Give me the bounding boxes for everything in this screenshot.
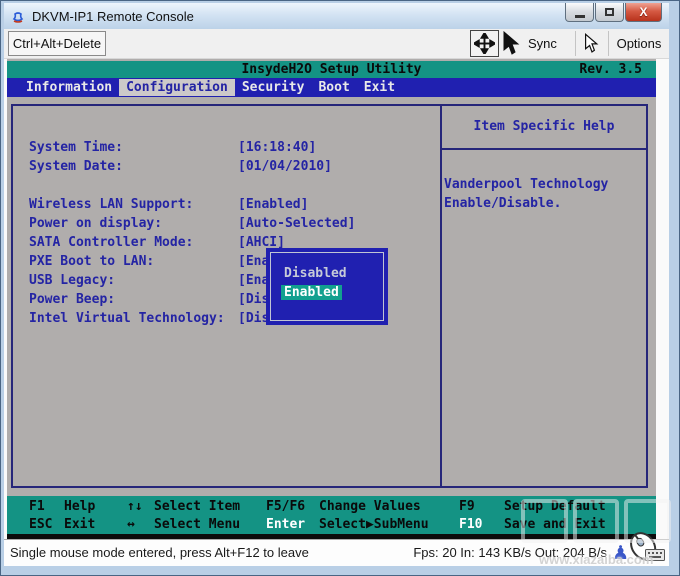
help-panel-underline — [440, 148, 646, 150]
status-message: Single mouse mode entered, press Alt+F12… — [10, 545, 309, 560]
options-button[interactable]: Options — [613, 30, 665, 57]
value-popup: Disabled Enabled — [266, 248, 388, 325]
value-popup-border: Disabled Enabled — [270, 252, 384, 321]
setting-row-blank — [29, 176, 434, 195]
key-updown-desc: Select Item — [154, 498, 240, 516]
popup-option-disabled[interactable]: Disabled — [284, 264, 383, 283]
toolbar-separator — [575, 31, 576, 56]
minimize-button[interactable] — [565, 3, 594, 22]
maximize-button[interactable] — [595, 3, 624, 22]
setting-row[interactable]: Wireless LAN Support:[Enabled] — [29, 195, 434, 214]
key-leftright-icon: ↔ — [127, 516, 135, 534]
toolbar-separator — [608, 31, 609, 56]
pointer-mode-button[interactable] — [577, 30, 607, 57]
status-bar: Single mouse mode entered, press Alt+F12… — [4, 539, 669, 566]
key-esc-desc: Exit — [64, 516, 95, 534]
connection-stats: Fps: 20 In: 143 KB/s Out: 204 B/s — [413, 545, 607, 560]
panel-divider — [440, 106, 442, 486]
tab-configuration[interactable]: Configuration — [119, 79, 235, 96]
key-f10-desc: Save and Exit — [504, 516, 606, 534]
key-f10: F10 — [459, 516, 482, 534]
toolbar: Ctrl+Alt+Delete Sync — [4, 29, 669, 59]
remote-console-window: DKVM-IP1 Remote Console X Ctrl+Alt+Delet… — [0, 0, 680, 576]
bios-title: InsydeH2O Setup Utility — [241, 62, 421, 77]
close-icon: X — [639, 5, 647, 19]
key-updown-icon: ↑↓ — [127, 498, 143, 516]
bios-menu-bar: Information Configuration Security Boot … — [7, 78, 656, 97]
sync-label: Sync — [528, 36, 557, 51]
key-f9-desc: Setup Default — [504, 498, 606, 516]
bios-header-bar: InsydeH2O Setup Utility Rev. 3.5 — [7, 61, 656, 78]
client-area: Ctrl+Alt+Delete Sync — [4, 29, 669, 566]
popup-option-enabled[interactable]: Enabled — [284, 283, 383, 302]
four-arrows-icon — [474, 33, 495, 54]
key-enter: Enter — [266, 516, 305, 534]
key-enter-desc: Select▶SubMenu — [319, 516, 429, 534]
black-cursor-icon — [502, 31, 522, 56]
window-title: DKVM-IP1 Remote Console — [32, 9, 194, 24]
minimize-icon — [575, 15, 585, 18]
key-f5f6-desc: Change Values — [319, 498, 421, 516]
tab-exit[interactable]: Exit — [357, 79, 402, 96]
key-f1: F1 — [29, 498, 45, 516]
key-f5f6: F5/F6 — [266, 498, 305, 516]
sync-mouse-button[interactable]: Sync — [502, 30, 574, 57]
key-f1-desc: Help — [64, 498, 95, 516]
setting-row[interactable]: System Time:[16:18:40] — [29, 138, 434, 157]
fullscreen-fit-button[interactable] — [470, 30, 499, 57]
key-esc: ESC — [29, 516, 52, 534]
bios-revision: Rev. 3.5 — [579, 61, 642, 78]
outline-cursor-icon — [584, 33, 600, 54]
bios-screen: InsydeH2O Setup Utility Rev. 3.5 Informa… — [7, 59, 656, 541]
ctrl-alt-delete-button[interactable]: Ctrl+Alt+Delete — [8, 31, 106, 56]
close-button[interactable]: X — [625, 3, 662, 22]
help-panel-title: Item Specific Help — [442, 119, 646, 134]
tab-security[interactable]: Security — [235, 79, 312, 96]
tab-boot[interactable]: Boot — [311, 79, 356, 96]
keyboard-icon — [645, 549, 665, 564]
help-panel-text: Enable/Disable. — [444, 196, 561, 211]
tab-information[interactable]: Information — [19, 79, 119, 96]
help-panel-text: Vanderpool Technology — [444, 177, 608, 192]
key-hint-bar: F1 Help ↑↓ Select Item F5/F6 Change Valu… — [7, 496, 656, 534]
key-leftright-desc: Select Menu — [154, 516, 240, 534]
maximize-icon — [605, 8, 614, 16]
remote-screen-viewport: InsydeH2O Setup Utility Rev. 3.5 Informa… — [4, 59, 669, 539]
setting-row[interactable]: Power on display:[Auto-Selected] — [29, 214, 434, 233]
key-f9: F9 — [459, 498, 475, 516]
java-app-icon — [10, 8, 26, 24]
setting-row[interactable]: System Date:[01/04/2010] — [29, 157, 434, 176]
title-bar[interactable]: DKVM-IP1 Remote Console X — [4, 3, 669, 29]
